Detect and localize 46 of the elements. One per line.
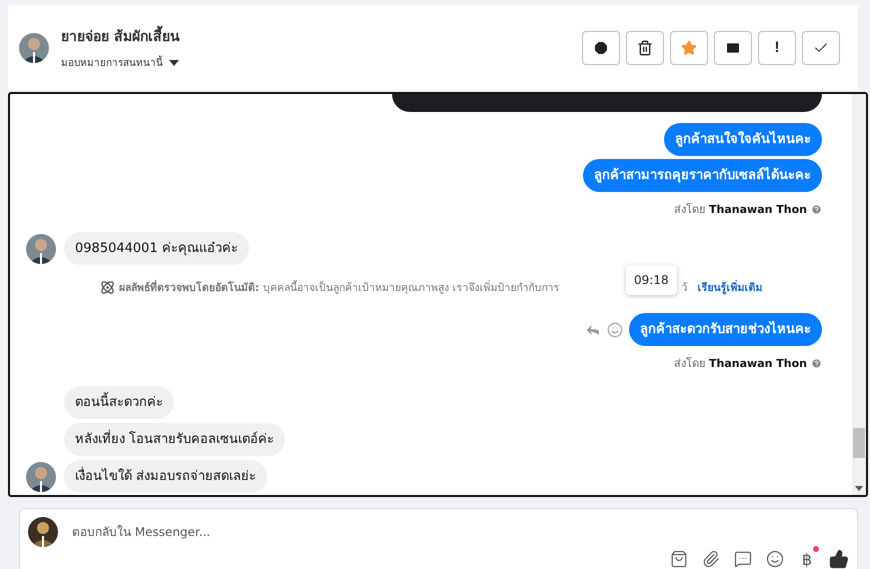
bag-icon xyxy=(670,550,688,568)
help-icon[interactable] xyxy=(811,204,822,214)
avatar xyxy=(26,462,56,492)
sender-name: Thanawan Thon xyxy=(709,202,807,216)
shop-button[interactable] xyxy=(669,549,689,569)
sent-by-label: ส่งโดย xyxy=(674,202,706,218)
attach-button[interactable] xyxy=(701,549,721,569)
payment-button[interactable]: ฿ xyxy=(797,549,817,569)
chat-icon xyxy=(734,550,752,568)
message-bubble: ตอนนี้สะดวกค่ะ xyxy=(64,386,174,419)
emoji-icon xyxy=(766,550,784,568)
message-bubble: เงื่อนไขใด้ ส่งมอบรถจ่ายสดเลย่ะ xyxy=(64,460,268,493)
avatar xyxy=(26,234,56,264)
delete-button[interactable] xyxy=(626,30,664,64)
contact-name: ยายจ่อย ส้มผักเสี้ยน xyxy=(61,25,570,47)
notice-text: ว้ xyxy=(682,281,688,296)
notice-label: ผลลัพธ์ที่ตรวจพบโดยอัตโนมัติ: xyxy=(119,279,260,296)
message-bubble: หลังเที่ยง โอนสายรับคอลเซนเตอ์ค่ะ xyxy=(64,423,286,456)
flag-button[interactable]: ! xyxy=(758,30,796,64)
paperclip-icon xyxy=(702,550,720,568)
reply-button[interactable] xyxy=(733,549,753,569)
trash-icon xyxy=(637,40,653,56)
emoji-button[interactable] xyxy=(765,549,785,569)
assign-dropdown[interactable]: มอบหมายการสนทนานี้ xyxy=(61,55,570,70)
avatar xyxy=(19,32,49,62)
message-bubble: ลูกค้าสะดวกรับสายช่วงไหนคะ xyxy=(629,313,822,346)
caret-icon[interactable] xyxy=(169,60,179,66)
message-bubble: 0985044001 ค่ะคุณแอ๋วค่ะ xyxy=(64,232,249,265)
sender-name: Thanawan Thon xyxy=(709,356,807,370)
like-button[interactable] xyxy=(829,549,849,569)
scroll-thumb[interactable] xyxy=(853,428,865,458)
help-icon[interactable] xyxy=(811,358,822,368)
notice-text: บุคคลนี้อาจเป็นลูกค้าเป้าหมายคุณภาพสูง เราจึงเพิ่มป้ายกำกับการ xyxy=(263,279,560,296)
message-bubble: ลูกค้าสนใจใจคันไหนคะ xyxy=(664,123,822,156)
scroll-down-icon[interactable] xyxy=(855,486,863,491)
time-tooltip: 09:18 xyxy=(626,265,677,295)
spam-button[interactable] xyxy=(582,30,620,64)
page-avatar xyxy=(28,517,58,547)
thumbs-up-icon xyxy=(829,549,849,569)
sent-by-label: ส่งโดย xyxy=(674,356,706,372)
star-button[interactable] xyxy=(670,30,708,64)
learn-more-link[interactable]: เรียนรู้เพิ่มเติม xyxy=(698,279,763,296)
mail-button[interactable] xyxy=(714,30,752,64)
scrollbar[interactable] xyxy=(852,94,866,495)
message-bubble: ลูกค้าสามารถคุยราคากับเซลล์ได้นะคะ xyxy=(583,159,822,192)
atom-icon xyxy=(100,280,115,295)
